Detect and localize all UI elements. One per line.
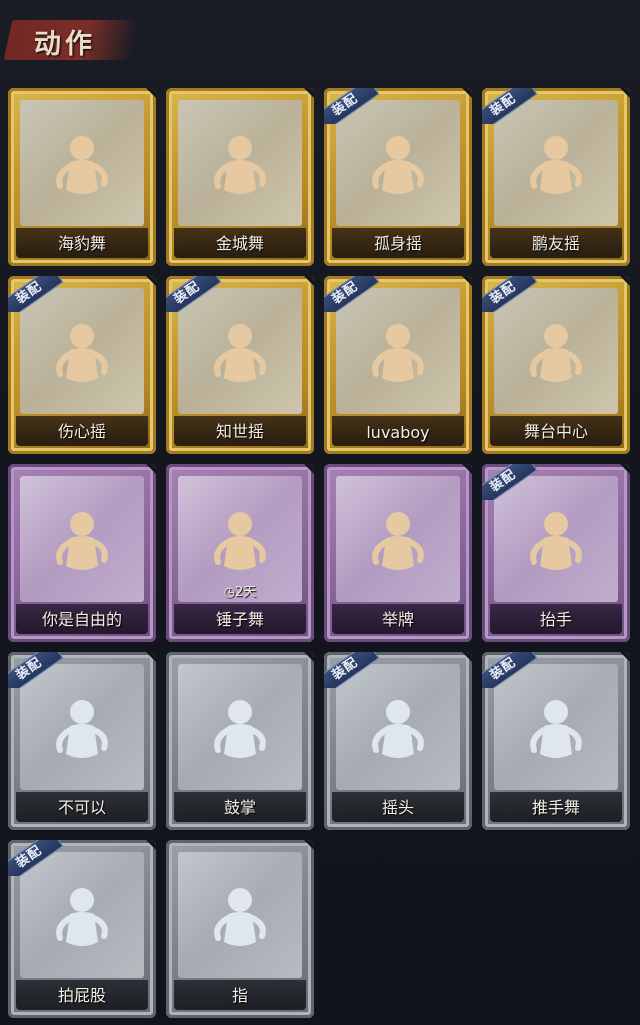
pointing-hand-icon [214,888,266,946]
card-corner-cut [304,652,314,662]
card-corner-cut [620,652,630,662]
card-corner-cut [462,276,472,286]
shake-head-figure-icon [372,700,424,758]
equipped-badge: 装配 [8,840,68,876]
emote-collection-page: 动作 海豹舞 金城舞 孤身摇 装配 鹏友摇 装配 伤心摇 装配 知世摇 装配 luvaboy 装配 舞台… [0,0,640,1025]
sign-holding-figure-icon [372,512,424,570]
equipped-badge: 装配 [166,276,226,312]
equipped-badge: 装配 [482,652,542,688]
emote-name-label: 金城舞 [215,234,264,253]
equipped-badge: 装配 [324,88,384,124]
emote-name-label: 你是自由的 [41,610,122,629]
equipped-badge: 装配 [482,88,542,124]
emote-name-label: 不可以 [57,798,106,817]
emote-card[interactable]: 舞台中心 装配 [482,276,630,454]
equipped-badge: 装配 [482,464,542,500]
emote-name-label: 摇头 [381,798,414,817]
card-corner-cut [462,464,472,474]
emote-name-label: 知世摇 [215,422,264,441]
emote-name-label: 鹏友摇 [531,234,580,253]
raise-hand-figure-icon [530,512,582,570]
card-corner-cut [620,88,630,98]
card-corner-cut [146,652,156,662]
emote-name-label: 锤子舞 [215,610,264,629]
finger-wag-icon [56,700,108,758]
pat-figure-icon [56,888,108,946]
card-corner-cut [146,464,156,474]
heart-pose-figure-icon [56,324,108,382]
timer-value: 2天 [235,585,257,600]
emote-card[interactable]: 知世摇 装配 [166,276,314,454]
emote-name-label: 抬手 [539,610,572,629]
card-corner-cut [146,840,156,850]
emote-card[interactable]: luvaboy 装配 [324,276,472,454]
clock-icon: ◷ [223,585,236,600]
emote-name-label: 鼓掌 [223,798,256,817]
dance-figure-icon [214,136,266,194]
section-title: 动作 [34,29,96,60]
emote-card[interactable]: 拍屁股 装配 [8,840,156,1018]
two-figures-icon [56,512,108,570]
section-header: 动作 [3,14,141,64]
clapping-hands-icon [214,700,266,758]
emote-card[interactable]: 摇头 装配 [324,652,472,830]
emote-card[interactable]: 鹏友摇 装配 [482,88,630,266]
dance-figure-icon [530,136,582,194]
card-corner-cut [304,464,314,474]
emote-name-label: 海豹舞 [57,234,106,253]
card-corner-cut [304,88,314,98]
emote-card[interactable]: 金城舞 [166,88,314,266]
emote-card[interactable]: 伤心摇 装配 [8,276,156,454]
dance-figure-icon [372,324,424,382]
emote-name-label: 指 [231,986,248,1005]
push-hands-figure-icon [530,700,582,758]
emote-name-label: 舞台中心 [523,422,588,441]
dance-figure-icon [214,324,266,382]
equipped-badge: 装配 [482,276,542,312]
equipped-badge: 装配 [324,276,384,312]
emote-card[interactable]: 指 [166,840,314,1018]
emote-card[interactable]: 海豹舞 [8,88,156,266]
emote-name-label: 伤心摇 [57,422,106,441]
emote-card[interactable]: 抬手 装配 [482,464,630,642]
card-corner-cut [462,652,472,662]
emote-card[interactable]: 推手舞 装配 [482,652,630,830]
card-corner-cut [146,276,156,286]
emote-card[interactable]: 你是自由的 [8,464,156,642]
card-corner-cut [620,464,630,474]
emote-name-label: 拍屁股 [57,986,106,1005]
emote-name-label: 推手舞 [531,798,580,817]
dance-figure-icon [530,324,582,382]
emote-card[interactable]: 锤子舞 ◷2天 [166,464,314,642]
expiry-timer: ◷2天 [166,581,314,600]
equipped-badge: 装配 [8,652,68,688]
equipped-badge: 装配 [8,276,68,312]
card-corner-cut [462,88,472,98]
emote-name-label: 举牌 [381,610,414,629]
card-corner-cut [620,276,630,286]
emote-card[interactable]: 举牌 [324,464,472,642]
emote-card[interactable]: 孤身摇 装配 [324,88,472,266]
equipped-badge: 装配 [324,652,384,688]
emote-card[interactable]: 不可以 装配 [8,652,156,830]
emote-card[interactable]: 鼓掌 [166,652,314,830]
dance-figure-icon [372,136,424,194]
card-corner-cut [304,276,314,286]
emote-name-label: luvaboy [366,423,430,442]
dance-figure-icon [56,136,108,194]
card-corner-cut [146,88,156,98]
card-corner-cut [304,840,314,850]
emote-name-label: 孤身摇 [373,234,422,253]
